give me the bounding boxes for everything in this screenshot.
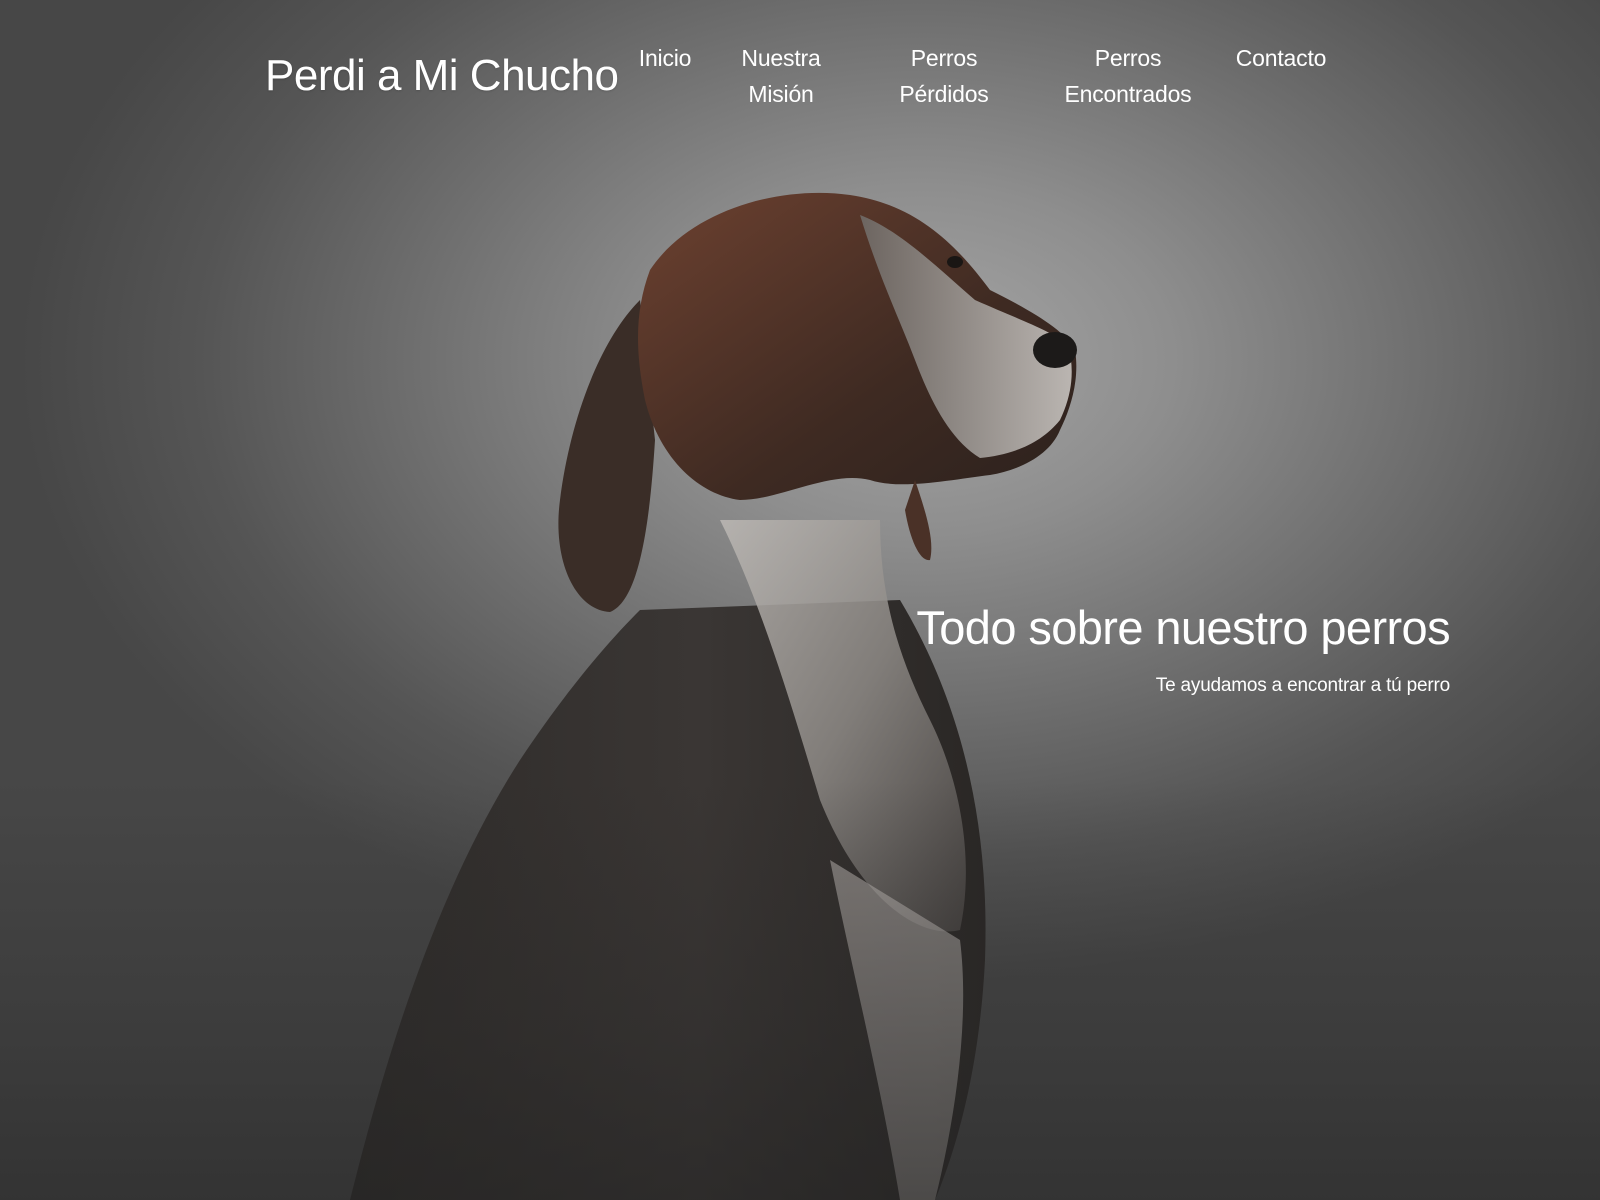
nav-item-label: Contacto	[1235, 45, 1327, 71]
hero-shadow-overlay	[0, 780, 1600, 1200]
nav-item-perros-perdidos[interactable]: Perros Pérdidos	[882, 40, 1006, 112]
nav-item-perros-encontrados[interactable]: Perros Encontrados	[1058, 40, 1198, 112]
nav-item-inicio[interactable]: Inicio	[622, 40, 708, 76]
hero-title: Todo sobre nuestro perros	[916, 601, 1450, 654]
nav-item-nuestra-mision[interactable]: Nuestra Misión	[722, 40, 840, 112]
nav-item-label: Perros	[910, 45, 978, 71]
nav-item-label: Inicio	[638, 45, 692, 71]
nav-item-label-line2: Pérdidos	[899, 81, 989, 107]
nav-item-label-line2: Misión	[748, 81, 814, 107]
nav-item-label: Nuestra	[741, 45, 821, 71]
nav-item-contacto[interactable]: Contacto	[1228, 40, 1334, 76]
main-nav: Inicio Nuestra Misión Perros Pérdidos Pe…	[0, 40, 1600, 120]
nav-item-label: Perros	[1094, 45, 1162, 71]
nav-item-label-line2: Encontrados	[1064, 81, 1192, 107]
hero-subtitle: Te ayudamos a encontrar a tú perro	[1155, 675, 1450, 696]
